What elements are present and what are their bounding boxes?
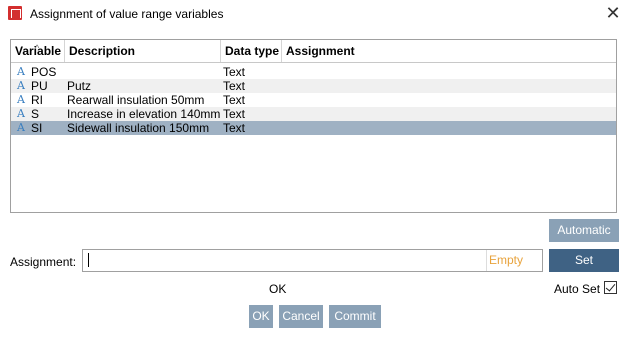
cell-data-type: Text [223, 93, 246, 107]
text-type-icon: A [17, 107, 25, 120]
text-type-icon: A [17, 121, 25, 134]
cell-data-type: Text [223, 107, 246, 121]
cell-variable: RI [31, 93, 43, 107]
sort-arrow-icon: ^ [35, 43, 40, 53]
status-text: OK [269, 282, 287, 296]
cell-data-type: Text [223, 79, 246, 93]
app-icon [8, 6, 22, 20]
assignment-input[interactable] [82, 249, 543, 272]
table-header: ^ Variable Description Data type Assignm… [11, 40, 616, 63]
title-bar: Assignment of value range variables ✕ [0, 0, 629, 30]
assignment-label: Assignment: [10, 255, 77, 269]
text-caret [88, 253, 89, 267]
cell-variable: POS [31, 65, 57, 79]
automatic-button[interactable]: Automatic [549, 219, 619, 242]
text-type-icon: A [17, 93, 25, 106]
empty-hint[interactable]: Empty [486, 250, 542, 271]
cancel-button[interactable]: Cancel [279, 305, 323, 328]
column-header-data-type[interactable]: Data type [221, 40, 282, 62]
table-row[interactable]: A POS Text [11, 65, 616, 79]
table-row-selected[interactable]: A SI Sidewall insulation 150mm Text [11, 121, 616, 135]
text-type-icon: A [17, 65, 25, 78]
text-type-icon: A [17, 79, 25, 92]
variables-table: ^ Variable Description Data type Assignm… [10, 39, 617, 213]
cell-description: Rearwall insulation 50mm [67, 93, 205, 107]
cell-data-type: Text [223, 65, 246, 79]
close-button[interactable]: ✕ [600, 2, 626, 26]
cell-description: Increase in elevation 140mm [67, 107, 221, 121]
ok-button[interactable]: OK [249, 305, 273, 328]
cell-variable: PU [31, 79, 48, 93]
cell-description: Putz [67, 79, 92, 93]
cell-description: Sidewall insulation 150mm [67, 121, 210, 135]
cell-data-type: Text [223, 121, 246, 135]
column-header-description[interactable]: Description [65, 40, 221, 62]
table-row[interactable]: A S Increase in elevation 140mm Text [11, 107, 616, 121]
auto-set-label: Auto Set [554, 282, 601, 296]
cell-variable: S [31, 107, 40, 121]
column-header-variable[interactable]: ^ Variable [11, 40, 65, 62]
set-button[interactable]: Set [549, 249, 619, 272]
table-row[interactable]: A RI Rearwall insulation 50mm Text [11, 93, 616, 107]
cell-variable: SI [31, 121, 43, 135]
commit-button[interactable]: Commit [329, 305, 381, 328]
window-title: Assignment of value range variables [30, 7, 224, 21]
auto-set-checkbox[interactable] [604, 281, 617, 294]
column-header-assignment[interactable]: Assignment [282, 40, 616, 62]
table-row[interactable]: A PU Putz Text [11, 79, 616, 93]
